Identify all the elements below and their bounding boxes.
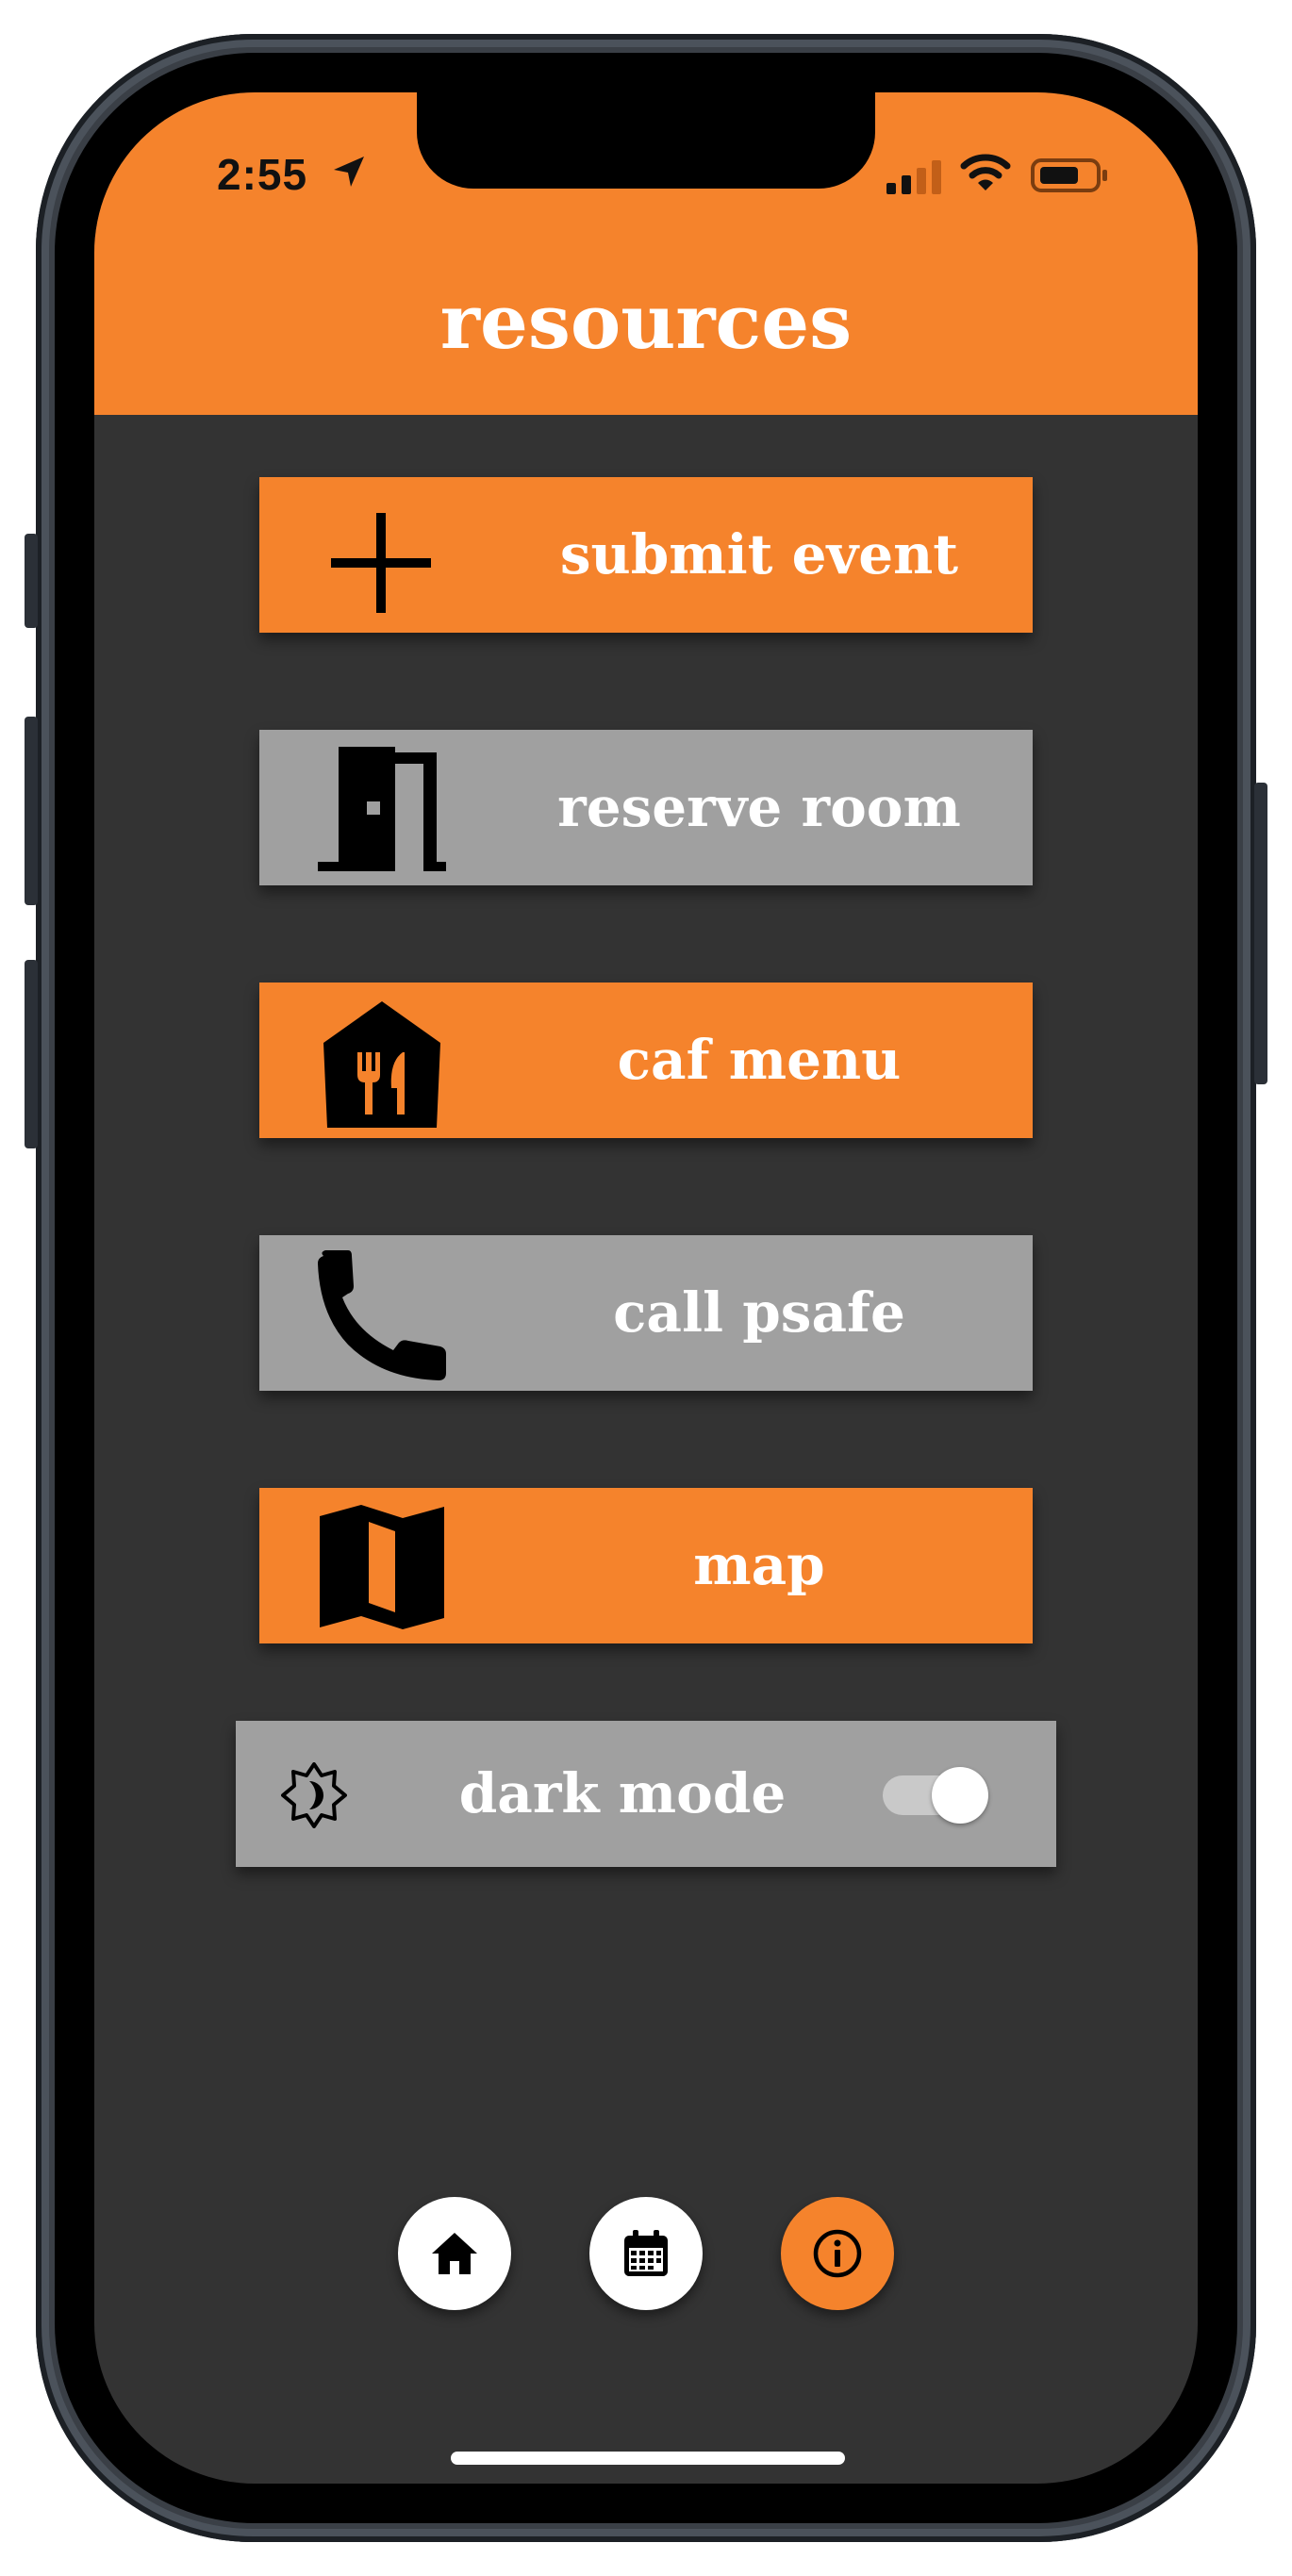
phone-icon [318, 1250, 446, 1380]
page-title: resources [439, 277, 853, 366]
caf-menu-label: caf menu [617, 1028, 902, 1092]
location-arrow-icon [334, 157, 364, 187]
call-psafe-button[interactable]: call psafe [259, 1235, 1033, 1391]
battery-icon [1031, 158, 1107, 192]
submit-event-label: submit event [559, 522, 959, 586]
door-icon [318, 747, 446, 871]
home-icon [432, 2233, 477, 2274]
map-label: map [693, 1533, 825, 1597]
notch [417, 92, 875, 189]
tab-home[interactable] [398, 2197, 511, 2310]
dark-mode-row: dark mode [236, 1721, 1056, 1867]
app-screen: 2:55 resources submit event reserve room… [94, 92, 1198, 2484]
map-button[interactable]: map [259, 1488, 1033, 1643]
power-button [1254, 783, 1267, 1084]
info-icon [813, 2229, 862, 2278]
dark-mode-toggle[interactable] [883, 1767, 988, 1824]
brightness-icon [281, 1762, 347, 1828]
submit-event-button[interactable]: submit event [259, 477, 1033, 633]
call-psafe-label: call psafe [613, 1280, 905, 1345]
cellular-signal-icon [886, 160, 941, 194]
volume-up-button [25, 717, 38, 905]
plus-icon [331, 513, 431, 613]
tab-calendar[interactable] [589, 2197, 703, 2310]
mute-switch [25, 534, 38, 628]
caf-menu-button[interactable]: caf menu [259, 983, 1033, 1138]
map-icon [320, 1505, 444, 1629]
home-indicator[interactable] [451, 2452, 845, 2465]
restaurant-icon [323, 1001, 440, 1128]
volume-down-button [25, 960, 38, 1148]
reserve-room-label: reserve room [557, 775, 961, 839]
status-time: 2:55 [217, 150, 308, 199]
tab-info[interactable] [781, 2197, 894, 2310]
calendar-icon [624, 2230, 668, 2276]
wifi-icon [960, 154, 1011, 190]
dark-mode-label: dark mode [458, 1761, 787, 1825]
toggle-knob [932, 1767, 988, 1824]
reserve-room-button[interactable]: reserve room [259, 730, 1033, 885]
header-bar: 2:55 resources [94, 92, 1198, 415]
